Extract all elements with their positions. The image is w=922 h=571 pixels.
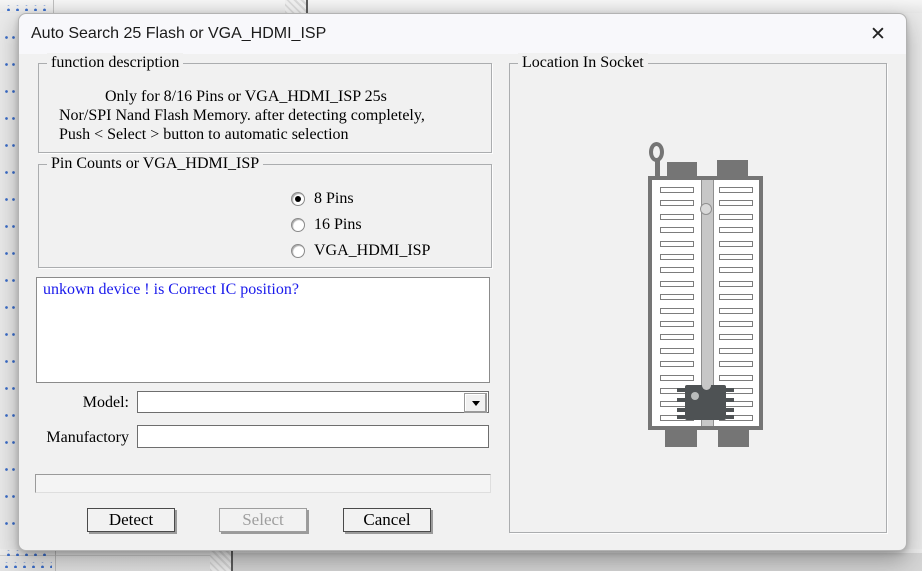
chip-pin bbox=[677, 415, 685, 419]
socket-lever-stick bbox=[655, 160, 660, 177]
status-message-text: unkown device ! is Correct IC position? bbox=[43, 281, 299, 298]
socket-slot bbox=[660, 187, 694, 193]
socket-slot bbox=[719, 254, 753, 260]
socket-slot bbox=[660, 294, 694, 300]
socket-slot bbox=[660, 227, 694, 233]
radio-label: 16 Pins bbox=[314, 218, 362, 232]
function-description-group: function description Only for 8/16 Pins … bbox=[38, 63, 492, 153]
socket-slot bbox=[660, 361, 694, 367]
status-message-box[interactable]: unkown device ! is Correct IC position? bbox=[36, 277, 490, 383]
socket-slot bbox=[719, 267, 753, 273]
background-grid-line-top bbox=[53, 0, 54, 13]
cancel-button[interactable]: Cancel bbox=[343, 508, 431, 532]
radio-icon bbox=[291, 218, 305, 232]
radio-option-16-pins[interactable]: 16 Pins bbox=[291, 218, 362, 232]
socket-slot bbox=[660, 254, 694, 260]
socket-slot bbox=[719, 200, 753, 206]
radio-icon bbox=[291, 244, 305, 258]
socket-slot bbox=[719, 348, 753, 354]
radio-option-8-pins[interactable]: 8 Pins bbox=[291, 192, 354, 206]
socket-slot bbox=[719, 187, 753, 193]
grid-dots-bottom-row-2 bbox=[2, 562, 52, 568]
socket-slot bbox=[719, 241, 753, 247]
background-grid-line-bottom-v bbox=[55, 549, 56, 571]
grid-dots-top-row bbox=[4, 5, 50, 11]
socket-slot bbox=[660, 375, 694, 381]
chip-pin1-dot-icon bbox=[691, 392, 699, 400]
socket-slot bbox=[660, 267, 694, 273]
model-input[interactable] bbox=[138, 392, 463, 412]
socket-slot bbox=[660, 348, 694, 354]
zif-socket-body bbox=[648, 176, 763, 430]
model-dropdown-button[interactable] bbox=[464, 393, 487, 413]
socket-top-tab-right bbox=[717, 160, 748, 177]
chevron-down-icon bbox=[472, 401, 480, 406]
function-description-text: Only for 8/16 Pins or VGA_HDMI_ISP 25s N… bbox=[39, 64, 491, 144]
background-hatch-top bbox=[285, 0, 306, 13]
socket-slot bbox=[719, 281, 753, 287]
radio-label: VGA_HDMI_ISP bbox=[314, 244, 430, 258]
socket-bottom-tab-left bbox=[665, 430, 697, 447]
socket-slot bbox=[660, 334, 694, 340]
chip-pin bbox=[677, 398, 685, 402]
model-label: Model: bbox=[36, 393, 129, 413]
description-line-2: Nor/SPI Nand Flash Memory. after detecti… bbox=[39, 106, 491, 125]
manufactory-input[interactable] bbox=[137, 425, 489, 448]
description-line-1: Only for 8/16 Pins or VGA_HDMI_ISP 25s bbox=[39, 87, 491, 106]
background-window-edge-bottom bbox=[231, 549, 233, 571]
pin-counts-legend: Pin Counts or VGA_HDMI_ISP bbox=[47, 154, 263, 174]
socket-slot bbox=[660, 200, 694, 206]
socket-slot bbox=[719, 361, 753, 367]
description-line-3: Push < Select > button to automatic sele… bbox=[39, 125, 491, 144]
socket-lever-icon bbox=[649, 142, 664, 162]
select-button[interactable]: Select bbox=[219, 508, 307, 532]
detected-chip bbox=[685, 385, 726, 420]
location-in-socket-legend: Location In Socket bbox=[518, 53, 648, 73]
function-description-legend: function description bbox=[47, 53, 183, 73]
workspace-top-strip bbox=[0, 0, 922, 13]
socket-top-tab-left bbox=[667, 162, 697, 177]
model-combobox[interactable] bbox=[137, 391, 489, 413]
radio-icon bbox=[291, 192, 305, 206]
progress-bar bbox=[35, 474, 491, 493]
radio-label: 8 Pins bbox=[314, 192, 354, 206]
socket-slot bbox=[660, 241, 694, 247]
dialog-title: Auto Search 25 Flash or VGA_HDMI_ISP bbox=[31, 14, 326, 54]
socket-slot bbox=[719, 334, 753, 340]
socket-slot bbox=[719, 321, 753, 327]
background-hatch-bottom bbox=[210, 549, 231, 571]
radio-option-vga-hdmi-isp[interactable]: VGA_HDMI_ISP bbox=[291, 244, 430, 258]
auto-search-dialog: Auto Search 25 Flash or VGA_HDMI_ISP ✕ f… bbox=[18, 13, 907, 551]
socket-channel-hole bbox=[700, 203, 712, 215]
socket-slot bbox=[660, 321, 694, 327]
socket-slot bbox=[719, 227, 753, 233]
pin-counts-group: Pin Counts or VGA_HDMI_ISP 8 Pins 16 Pin… bbox=[38, 164, 492, 268]
socket-slot bbox=[660, 214, 694, 220]
socket-slot bbox=[660, 308, 694, 314]
chip-pin bbox=[677, 388, 685, 392]
close-icon[interactable]: ✕ bbox=[866, 23, 890, 47]
background-window-edge-top bbox=[306, 0, 308, 13]
workspace-bottom-right bbox=[232, 553, 922, 571]
detect-button[interactable]: Detect bbox=[87, 508, 175, 532]
chip-pin bbox=[726, 415, 734, 419]
grid-dots-left bbox=[1, 20, 15, 560]
chip-pin bbox=[726, 408, 734, 412]
socket-slot bbox=[719, 214, 753, 220]
manufactory-label: Manufactory bbox=[36, 428, 129, 448]
chip-pin bbox=[677, 408, 685, 412]
chip-pin bbox=[726, 398, 734, 402]
socket-slot bbox=[719, 308, 753, 314]
chip-pin bbox=[726, 388, 734, 392]
socket-slot bbox=[719, 294, 753, 300]
socket-slot bbox=[719, 375, 753, 381]
socket-bottom-tab-right bbox=[718, 430, 749, 447]
title-bar[interactable]: Auto Search 25 Flash or VGA_HDMI_ISP ✕ bbox=[19, 14, 906, 54]
socket-slot bbox=[660, 281, 694, 287]
chip-notch bbox=[702, 385, 711, 390]
